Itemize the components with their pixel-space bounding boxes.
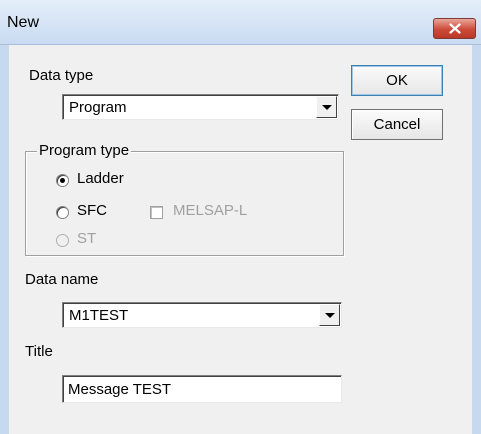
cancel-button[interactable]: Cancel [351, 109, 443, 140]
close-button[interactable] [433, 18, 476, 39]
data-type-dropdown-button[interactable] [316, 96, 337, 118]
title-label: Title [25, 343, 53, 360]
data-name-label: Data name [25, 271, 99, 288]
data-type-select[interactable]: Program [62, 94, 339, 120]
program-type-legend: Program type [37, 142, 132, 159]
chevron-down-icon [321, 104, 332, 110]
data-name-dropdown-button[interactable] [319, 304, 340, 326]
title-input-box[interactable] [62, 375, 342, 403]
radio-sfc-label: SFC [77, 202, 107, 219]
radio-st-label: ST [77, 230, 97, 247]
window-frame-left [0, 45, 9, 434]
data-name-value: M1TEST [69, 307, 129, 324]
data-name-select[interactable]: M1TEST [62, 302, 342, 328]
window-frame-right [472, 45, 481, 434]
close-icon [448, 23, 461, 34]
ok-button-label: OK [386, 72, 408, 89]
window-title: New [7, 14, 40, 31]
radio-ladder[interactable] [56, 174, 69, 187]
melsap-l-label: MELSAP-L [173, 202, 248, 219]
dialog-body: Data type Program OK Cancel Program type… [9, 45, 472, 434]
melsap-l-checkbox[interactable] [150, 206, 163, 219]
radio-sfc[interactable] [56, 206, 69, 219]
ok-button[interactable]: OK [351, 65, 443, 96]
radio-st[interactable] [56, 234, 69, 247]
data-type-label: Data type [29, 67, 94, 84]
title-input[interactable] [63, 376, 341, 402]
cancel-button-label: Cancel [373, 116, 421, 133]
data-type-value: Program [69, 99, 127, 116]
radio-ladder-label: Ladder [77, 170, 124, 187]
chevron-down-icon [324, 312, 335, 318]
title-bar: New [0, 0, 481, 45]
